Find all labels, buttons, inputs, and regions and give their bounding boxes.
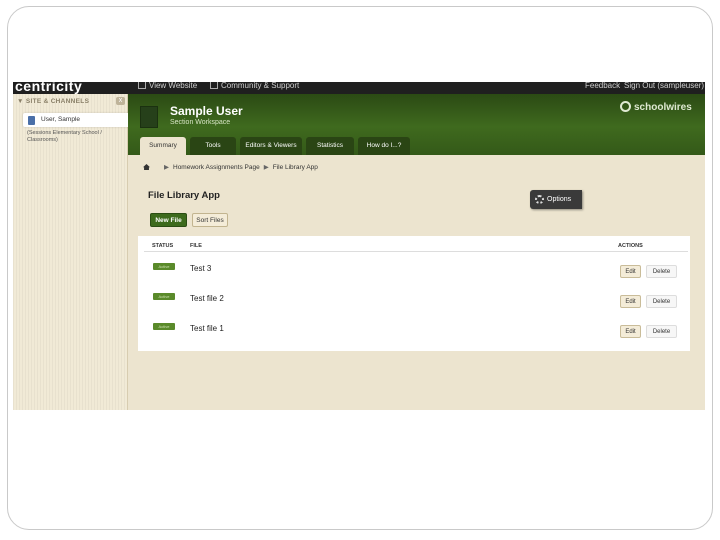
schoolwires-logo: schoolwires — [620, 101, 692, 113]
book-icon — [140, 106, 158, 128]
brand-logo: centricity — [15, 82, 83, 94]
header-divider — [144, 251, 688, 252]
edit-button[interactable]: Edit — [620, 325, 641, 338]
sidebar-subtext: (Sessions Elementary School / Classrooms… — [27, 130, 102, 143]
actions-column-header: ACTIONS — [618, 243, 643, 249]
sort-files-button[interactable]: Sort Files — [192, 213, 228, 227]
breadcrumb-separator: ▶ — [263, 164, 269, 171]
book-icon — [28, 116, 35, 125]
status-badge: Active — [153, 323, 175, 330]
tab-summary[interactable]: Summary — [140, 137, 186, 155]
header-subtitle: Section Workspace — [170, 119, 231, 126]
view-website-link[interactable]: View Website — [138, 82, 197, 90]
status-badge: Active — [153, 293, 175, 300]
file-name-link[interactable]: Test file 1 — [190, 324, 224, 333]
file-name-link[interactable]: Test 3 — [190, 264, 211, 273]
logo-ring-icon — [620, 101, 631, 112]
tab-tools[interactable]: Tools — [190, 137, 236, 155]
page-title-header: Sample User — [170, 104, 243, 118]
tab-editors-viewers[interactable]: Editors & Viewers — [240, 137, 302, 155]
breadcrumb-item[interactable]: File Library App — [273, 164, 318, 171]
community-label: Community & Support — [221, 82, 300, 90]
app-screenshot: centricity View Website Community & Supp… — [13, 82, 705, 410]
signout-link[interactable]: Sign Out (sampleuser) — [624, 82, 704, 90]
community-link[interactable]: Community & Support — [210, 82, 299, 90]
edit-button[interactable]: Edit — [620, 265, 641, 278]
view-website-label: View Website — [149, 82, 198, 90]
home-icon[interactable] — [143, 164, 150, 170]
sidebar-heading[interactable]: ▼ SITE & CHANNELS — [17, 98, 89, 105]
main-content: ▶ Homework Assignments Page ▶ File Library … — [128, 155, 705, 410]
sidebar: ▼ SITE & CHANNELS x User, Sample (Sessio… — [13, 94, 135, 410]
breadcrumb-separator: ▶ — [164, 164, 169, 171]
logo-text: schoolwires — [634, 102, 692, 113]
breadcrumb-item[interactable]: Homework Assignments Page — [173, 164, 260, 171]
top-bar: centricity View Website Community & Supp… — [13, 82, 705, 94]
tab-statistics[interactable]: Statistics — [306, 137, 354, 155]
close-icon[interactable]: x — [116, 97, 125, 105]
monitor-icon — [138, 82, 146, 89]
options-label: Options — [547, 196, 572, 203]
edit-button[interactable]: Edit — [620, 295, 641, 308]
options-button[interactable]: Options — [530, 190, 582, 209]
status-badge: Active — [153, 263, 175, 270]
delete-button[interactable]: Delete — [646, 265, 677, 278]
tab-how-do-i[interactable]: How do I...? — [358, 137, 410, 155]
sidebar-item-label: User, Sample — [41, 116, 81, 123]
delete-button[interactable]: Delete — [646, 325, 677, 338]
status-column-header: STATUS — [152, 243, 174, 249]
sidebar-item-user[interactable]: User, Sample — [23, 113, 135, 127]
file-column-header: FILE — [190, 243, 202, 249]
breadcrumb: ▶ Homework Assignments Page ▶ File Library … — [143, 163, 318, 171]
new-file-button[interactable]: New File — [150, 213, 187, 227]
document-icon — [210, 82, 218, 89]
delete-button[interactable]: Delete — [646, 295, 677, 308]
gear-icon — [535, 195, 544, 204]
file-table: STATUS FILE ACTIONS Active Test 3 Edit D… — [138, 236, 690, 351]
feedback-link[interactable]: Feedback — [585, 82, 620, 90]
page-title: File Library App — [148, 190, 220, 201]
file-name-link[interactable]: Test file 2 — [190, 294, 224, 303]
